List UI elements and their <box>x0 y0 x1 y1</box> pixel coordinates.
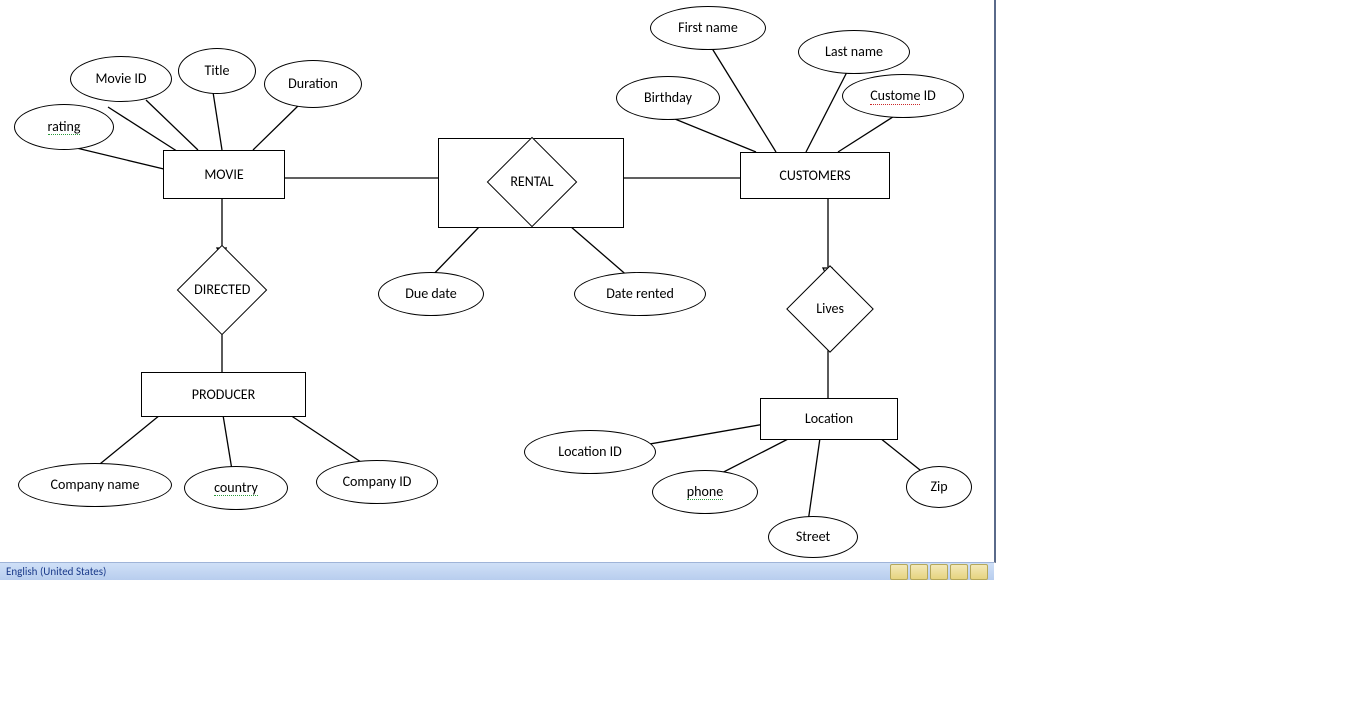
entity-customers: CUSTOMERS <box>740 152 890 199</box>
attr-location-id: Location ID <box>524 430 656 474</box>
attr-phone: phone <box>652 470 758 514</box>
document-canvas: MOVIE Movie ID Title Duration rating REN… <box>0 0 996 563</box>
attr-country: country <box>184 466 288 510</box>
attr-company-name: Company name <box>18 463 172 507</box>
attr-street: Street <box>768 516 858 558</box>
attr-last-name: Last name <box>798 30 910 74</box>
attr-custome-id: Custome ID <box>842 74 964 118</box>
attr-due-date: Due date <box>378 272 484 316</box>
view-draft-icon[interactable] <box>970 564 988 580</box>
attr-birthday: Birthday <box>616 76 720 120</box>
relationship-lives: Lives <box>786 265 874 353</box>
attr-rating: rating <box>14 104 114 150</box>
attr-zip: Zip <box>906 466 972 508</box>
view-print-layout-icon[interactable] <box>890 564 908 580</box>
attr-phone-label: phone <box>687 484 723 500</box>
attr-rating-label: rating <box>48 119 81 135</box>
attr-custome-id-label: Custome ID <box>870 88 936 103</box>
view-full-screen-icon[interactable] <box>910 564 928 580</box>
entity-location: Location <box>760 398 898 440</box>
relationship-directed: DIRECTED <box>177 245 268 336</box>
entity-producer: PRODUCER <box>141 372 306 417</box>
attr-date-rented: Date rented <box>574 272 706 316</box>
relationship-lives-label: Lives <box>816 301 844 316</box>
status-language: English (United States) <box>6 565 106 578</box>
attr-first-name: First name <box>650 6 766 50</box>
relationship-rental-label: RENTAL <box>510 174 553 189</box>
relationship-directed-label: DIRECTED <box>194 282 250 297</box>
attr-title: Title <box>178 48 256 94</box>
entity-movie: MOVIE <box>163 150 285 199</box>
view-web-layout-icon[interactable] <box>930 564 948 580</box>
attr-company-id: Company ID <box>316 460 438 504</box>
attr-movie-id: Movie ID <box>70 56 172 102</box>
attr-country-label: country <box>214 480 258 496</box>
status-bar: English (United States) <box>0 562 994 580</box>
attr-duration: Duration <box>264 60 362 108</box>
view-outline-icon[interactable] <box>950 564 968 580</box>
